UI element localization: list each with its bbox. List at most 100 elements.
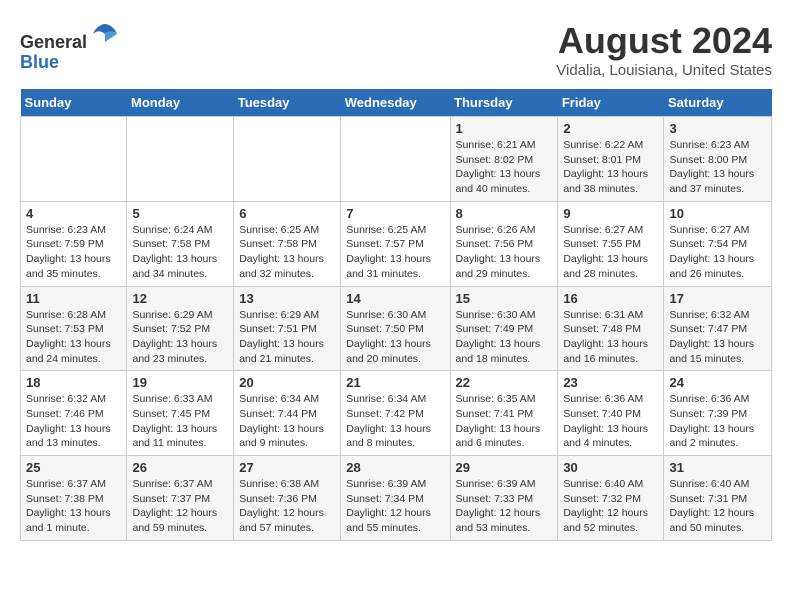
day-number: 31 [669, 460, 766, 475]
weekday-header-sunday: Sunday [21, 89, 127, 117]
day-number: 2 [563, 121, 658, 136]
day-info: Sunrise: 6:32 AM Sunset: 7:46 PM Dayligh… [26, 392, 121, 451]
day-info: Sunrise: 6:39 AM Sunset: 7:33 PM Dayligh… [456, 477, 553, 536]
day-number: 6 [239, 206, 335, 221]
day-info: Sunrise: 6:23 AM Sunset: 7:59 PM Dayligh… [26, 223, 121, 282]
day-info: Sunrise: 6:30 AM Sunset: 7:49 PM Dayligh… [456, 308, 553, 367]
day-info: Sunrise: 6:36 AM Sunset: 7:39 PM Dayligh… [669, 392, 766, 451]
day-number: 28 [346, 460, 444, 475]
week-row-4: 18 Sunrise: 6:32 AM Sunset: 7:46 PM Dayli… [21, 371, 772, 456]
week-row-2: 4 Sunrise: 6:23 AM Sunset: 7:59 PM Daylig… [21, 201, 772, 286]
calendar-cell [127, 117, 234, 202]
calendar-cell: 26 Sunrise: 6:37 AM Sunset: 7:37 PM Dayli… [127, 456, 234, 541]
day-number: 14 [346, 291, 444, 306]
calendar-cell: 19 Sunrise: 6:33 AM Sunset: 7:45 PM Dayli… [127, 371, 234, 456]
day-number: 19 [132, 375, 228, 390]
weekday-header-thursday: Thursday [450, 89, 558, 117]
day-number: 18 [26, 375, 121, 390]
weekday-header-friday: Friday [558, 89, 664, 117]
week-row-1: 1 Sunrise: 6:21 AM Sunset: 8:02 PM Daylig… [21, 117, 772, 202]
day-info: Sunrise: 6:23 AM Sunset: 8:00 PM Dayligh… [669, 138, 766, 197]
day-info: Sunrise: 6:39 AM Sunset: 7:34 PM Dayligh… [346, 477, 444, 536]
day-number: 30 [563, 460, 658, 475]
calendar-cell: 10 Sunrise: 6:27 AM Sunset: 7:54 PM Dayli… [664, 201, 772, 286]
day-number: 3 [669, 121, 766, 136]
calendar-cell: 14 Sunrise: 6:30 AM Sunset: 7:50 PM Dayli… [341, 286, 450, 371]
week-row-3: 11 Sunrise: 6:28 AM Sunset: 7:53 PM Dayli… [21, 286, 772, 371]
day-number: 9 [563, 206, 658, 221]
location: Vidalia, Louisiana, United States [556, 62, 772, 79]
day-number: 21 [346, 375, 444, 390]
calendar-cell: 22Sunrise: 6:35 AM Sunset: 7:41 PM Dayli… [450, 371, 558, 456]
weekday-header-saturday: Saturday [664, 89, 772, 117]
day-info: Sunrise: 6:37 AM Sunset: 7:38 PM Dayligh… [26, 477, 121, 536]
calendar-cell: 18 Sunrise: 6:32 AM Sunset: 7:46 PM Dayli… [21, 371, 127, 456]
day-info: Sunrise: 6:40 AM Sunset: 7:31 PM Dayligh… [669, 477, 766, 536]
day-number: 11 [26, 291, 121, 306]
day-number: 12 [132, 291, 228, 306]
day-info: Sunrise: 6:25 AM Sunset: 7:57 PM Dayligh… [346, 223, 444, 282]
day-info: Sunrise: 6:29 AM Sunset: 7:51 PM Dayligh… [239, 308, 335, 367]
calendar-cell: 31 Sunrise: 6:40 AM Sunset: 7:31 PM Dayli… [664, 456, 772, 541]
day-number: 24 [669, 375, 766, 390]
day-number: 17 [669, 291, 766, 306]
day-number: 26 [132, 460, 228, 475]
day-info: Sunrise: 6:28 AM Sunset: 7:53 PM Dayligh… [26, 308, 121, 367]
month-title: August 2024 [556, 20, 772, 62]
day-info: Sunrise: 6:32 AM Sunset: 7:47 PM Dayligh… [669, 308, 766, 367]
day-info: Sunrise: 6:27 AM Sunset: 7:54 PM Dayligh… [669, 223, 766, 282]
day-number: 8 [456, 206, 553, 221]
day-number: 16 [563, 291, 658, 306]
day-number: 29 [456, 460, 553, 475]
calendar-cell: 23 Sunrise: 6:36 AM Sunset: 7:40 PM Dayli… [558, 371, 664, 456]
day-number: 25 [26, 460, 121, 475]
calendar-cell: 11 Sunrise: 6:28 AM Sunset: 7:53 PM Dayli… [21, 286, 127, 371]
calendar-cell: 27Sunrise: 6:38 AM Sunset: 7:36 PM Dayli… [234, 456, 341, 541]
day-info: Sunrise: 6:24 AM Sunset: 7:58 PM Dayligh… [132, 223, 228, 282]
day-info: Sunrise: 6:37 AM Sunset: 7:37 PM Dayligh… [132, 477, 228, 536]
day-info: Sunrise: 6:30 AM Sunset: 7:50 PM Dayligh… [346, 308, 444, 367]
day-info: Sunrise: 6:25 AM Sunset: 7:58 PM Dayligh… [239, 223, 335, 282]
day-info: Sunrise: 6:34 AM Sunset: 7:42 PM Dayligh… [346, 392, 444, 451]
day-number: 15 [456, 291, 553, 306]
calendar-cell: 13 Sunrise: 6:29 AM Sunset: 7:51 PM Dayli… [234, 286, 341, 371]
calendar-cell [234, 117, 341, 202]
calendar-cell: 5Sunrise: 6:24 AM Sunset: 7:58 PM Daylig… [127, 201, 234, 286]
day-info: Sunrise: 6:34 AM Sunset: 7:44 PM Dayligh… [239, 392, 335, 451]
day-info: Sunrise: 6:27 AM Sunset: 7:55 PM Dayligh… [563, 223, 658, 282]
calendar-cell: 4 Sunrise: 6:23 AM Sunset: 7:59 PM Daylig… [21, 201, 127, 286]
calendar-cell: 28 Sunrise: 6:39 AM Sunset: 7:34 PM Dayli… [341, 456, 450, 541]
calendar-cell: 9 Sunrise: 6:27 AM Sunset: 7:55 PM Daylig… [558, 201, 664, 286]
calendar-cell: 8 Sunrise: 6:26 AM Sunset: 7:56 PM Daylig… [450, 201, 558, 286]
day-info: Sunrise: 6:26 AM Sunset: 7:56 PM Dayligh… [456, 223, 553, 282]
week-row-5: 25 Sunrise: 6:37 AM Sunset: 7:38 PM Dayli… [21, 456, 772, 541]
calendar-cell: 21 Sunrise: 6:34 AM Sunset: 7:42 PM Dayli… [341, 371, 450, 456]
day-info: Sunrise: 6:31 AM Sunset: 7:48 PM Dayligh… [563, 308, 658, 367]
logo-general: General [20, 32, 87, 52]
calendar-cell: 29 Sunrise: 6:39 AM Sunset: 7:33 PM Dayli… [450, 456, 558, 541]
day-number: 4 [26, 206, 121, 221]
day-number: 13 [239, 291, 335, 306]
calendar-cell [341, 117, 450, 202]
day-number: 10 [669, 206, 766, 221]
day-info: Sunrise: 6:29 AM Sunset: 7:52 PM Dayligh… [132, 308, 228, 367]
weekday-header-row: SundayMondayTuesdayWednesdayThursdayFrid… [21, 89, 772, 117]
day-number: 1 [456, 121, 553, 136]
calendar-cell: 12 Sunrise: 6:29 AM Sunset: 7:52 PM Dayli… [127, 286, 234, 371]
calendar-cell: 15 Sunrise: 6:30 AM Sunset: 7:49 PM Dayli… [450, 286, 558, 371]
day-info: Sunrise: 6:36 AM Sunset: 7:40 PM Dayligh… [563, 392, 658, 451]
day-info: Sunrise: 6:35 AM Sunset: 7:41 PM Dayligh… [456, 392, 553, 451]
day-number: 7 [346, 206, 444, 221]
calendar-cell: 3 Sunrise: 6:23 AM Sunset: 8:00 PM Daylig… [664, 117, 772, 202]
calendar-cell: 2 Sunrise: 6:22 AM Sunset: 8:01 PM Daylig… [558, 117, 664, 202]
logo-words: General Blue [20, 20, 119, 73]
logo-text: General Blue [20, 20, 119, 73]
day-info: Sunrise: 6:40 AM Sunset: 7:32 PM Dayligh… [563, 477, 658, 536]
logo-blue: Blue [20, 52, 59, 72]
calendar-cell: 25 Sunrise: 6:37 AM Sunset: 7:38 PM Dayli… [21, 456, 127, 541]
day-number: 23 [563, 375, 658, 390]
day-info: Sunrise: 6:22 AM Sunset: 8:01 PM Dayligh… [563, 138, 658, 197]
day-info: Sunrise: 6:33 AM Sunset: 7:45 PM Dayligh… [132, 392, 228, 451]
calendar-cell: 30 Sunrise: 6:40 AM Sunset: 7:32 PM Dayli… [558, 456, 664, 541]
day-info: Sunrise: 6:21 AM Sunset: 8:02 PM Dayligh… [456, 138, 553, 197]
